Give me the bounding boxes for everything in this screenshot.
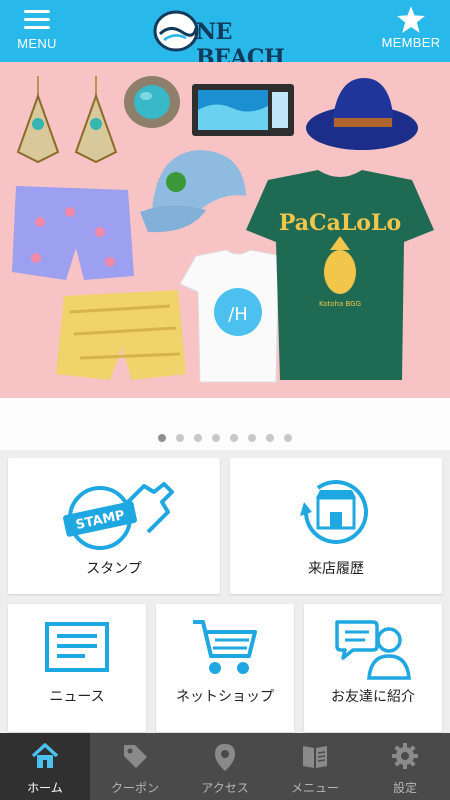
tab-settings[interactable]: 設定 — [360, 733, 450, 800]
carousel-dot[interactable] — [158, 434, 166, 442]
invite-friends-tile[interactable]: お友達に紹介 — [304, 604, 442, 732]
bottom-tab-bar: ホーム クーポン アクセス メニュー 設定 — [0, 733, 450, 800]
carousel-dot[interactable] — [266, 434, 274, 442]
member-label: MEMBER — [381, 35, 441, 50]
tab-access-label: アクセス — [201, 781, 249, 795]
invite-friends-label: お友達に紹介 — [331, 689, 415, 705]
earrings-image — [16, 76, 118, 164]
online-shop-label: ネットショップ — [176, 689, 274, 705]
location-pin-icon — [215, 744, 235, 771]
member-button[interactable]: MEMBER — [378, 6, 444, 58]
tab-home-label: ホーム — [27, 781, 63, 795]
hero-banner[interactable]: /H PaCaLoLo Kotoha BGG — [0, 62, 450, 398]
carousel-dot[interactable] — [176, 434, 184, 442]
friends-icon — [335, 620, 411, 680]
tab-coupon[interactable]: クーポン — [90, 733, 180, 800]
tab-access[interactable]: アクセス — [180, 733, 270, 800]
white-tshirt-print: /H — [228, 304, 248, 325]
speaker-image — [192, 84, 294, 136]
star-icon — [397, 6, 425, 33]
menu-button[interactable]: MENU — [12, 8, 62, 56]
menu-label: MENU — [17, 36, 57, 51]
visit-history-label: 来店履歴 — [308, 561, 364, 577]
tab-coupon-label: クーポン — [110, 781, 159, 795]
tab-menu-label: メニュー — [290, 781, 339, 795]
carousel-dot[interactable] — [194, 434, 202, 442]
carousel-dot[interactable] — [230, 434, 238, 442]
coupon-tag-icon — [124, 745, 147, 768]
pineapple-shorts-image — [56, 290, 186, 380]
carousel-indicator — [0, 434, 450, 446]
cap-image — [140, 150, 246, 233]
tshirt-sub-text: Kotoha BGG — [319, 300, 361, 308]
news-tile[interactable]: ニュース — [8, 604, 146, 732]
hamburger-icon — [24, 10, 50, 30]
shop-history-icon — [300, 480, 368, 544]
home-icon — [31, 743, 59, 768]
news-label: ニュース — [49, 689, 105, 705]
tab-settings-label: 設定 — [392, 781, 417, 795]
menu-book-icon — [303, 746, 327, 768]
stamp-tile[interactable]: STAMP スタンプ — [8, 458, 220, 594]
visit-history-tile[interactable]: 来店履歴 — [230, 458, 442, 594]
tab-home[interactable]: ホーム — [0, 733, 90, 800]
stamp-icon: STAMP — [63, 482, 174, 550]
cart-icon — [193, 620, 257, 674]
online-shop-tile[interactable]: ネットショップ — [156, 604, 294, 732]
fedora-hat-image — [306, 78, 418, 150]
news-icon — [45, 622, 109, 672]
one-beach-logo[interactable]: NE BEACH — [152, 6, 298, 71]
flamingo-shorts-image — [12, 186, 134, 280]
stamp-label: スタンプ — [86, 561, 142, 577]
carousel-dot[interactable] — [248, 434, 256, 442]
tab-menu[interactable]: メニュー — [270, 733, 360, 800]
settings-gear-icon — [392, 743, 418, 769]
tshirt-print-text: PaCaLoLo — [279, 210, 401, 236]
carousel-dot[interactable] — [212, 434, 220, 442]
turquoise-ring-image — [124, 76, 180, 128]
app-header: MENU NE BEACH MEMBER — [0, 0, 450, 71]
carousel-dot[interactable] — [284, 434, 292, 442]
